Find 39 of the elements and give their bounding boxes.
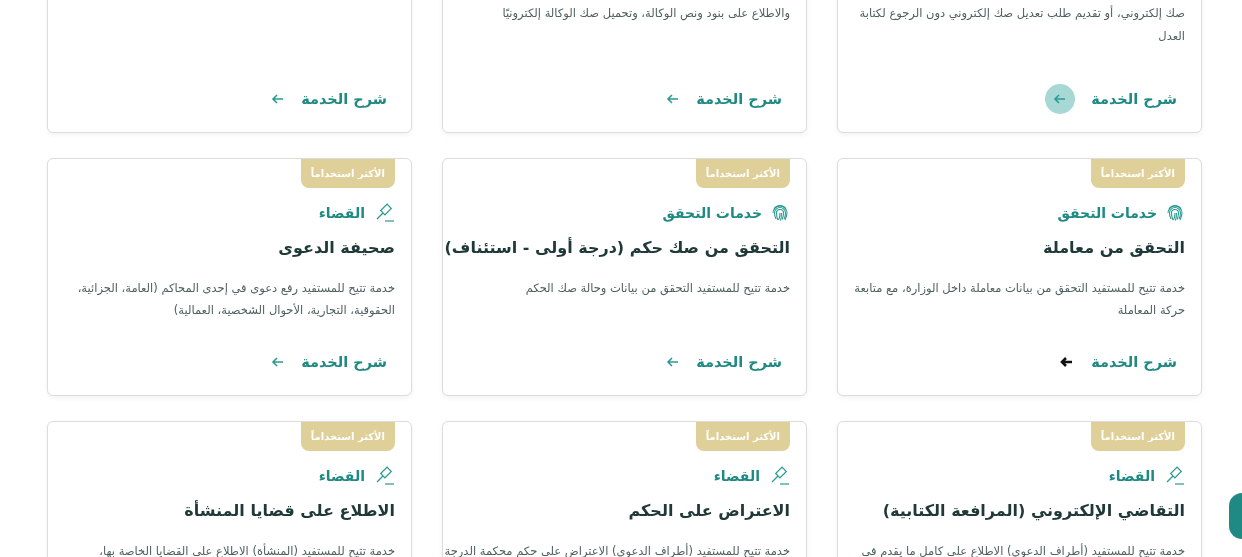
service-title: التقاضي الإلكتروني (المرافعة الكتابية): [882, 501, 1185, 521]
service-description: والاطلاع على بنود ونص الوكالة، وتحميل صك الوكالة إلكترونيًا: [502, 5, 790, 23]
service-description: صك إلكتروني، أو تقديم طلب تعديل صك إلكتروني دون الرجوع لكتابة العدل: [858, 4, 1185, 45]
category-label: القضاء: [1108, 468, 1155, 484]
chat-button[interactable]: [1229, 493, 1242, 539]
service-title: صحيفة الدعوى: [278, 238, 395, 258]
arrow-icon: [666, 92, 681, 106]
service-title: الاعتراض على الحكم: [628, 501, 790, 521]
service-title: التحقق من صك حكم (درجة أولى - استئناف): [444, 238, 790, 258]
most-used-badge: الأكثر استخداماً: [300, 422, 395, 451]
service-title: الاطلاع على قضايا المنشأة: [184, 501, 395, 521]
service-description: خدمة تتيح للمستفيد (أطراف الدعوى) الاطلاع على كامل ما يقدم في: [861, 542, 1185, 557]
category-label: القضاء: [318, 468, 365, 484]
service-info-link[interactable]: شرح الخدمة: [1059, 347, 1177, 377]
most-used-badge: الأكثر استخداماً: [1090, 159, 1185, 188]
service-description: خدمة تتيح للمستفيد (أطراف الدعوى) الاعتراض على حكم محكمة الدرجة: [444, 542, 790, 557]
category-label: القضاء: [713, 468, 760, 484]
most-used-badge: الأكثر استخداماً: [695, 159, 790, 188]
service-description: خدمة تتيح للمستفيد رفع دعوى في إحدى المحاكم (العامة، الجزائية، الحقوقية، التجارية، الأحوال الشخصية، العمالية): [76, 280, 395, 319]
category-label: خدمات التحقق: [1057, 205, 1157, 221]
fingerprint-icon: [770, 203, 790, 223]
service-info-link[interactable]: شرح الخدمة: [666, 347, 782, 377]
service-description: خدمة تتيح للمستفيد (المنشأة) الاطلاع على القضايا الخاصة بها،: [99, 542, 395, 557]
most-used-badge: الأكثر استخداماً: [1090, 422, 1185, 451]
most-used-badge: الأكثر استخداماً: [300, 159, 395, 188]
fingerprint-icon: [1165, 203, 1185, 223]
service-info-link[interactable]: شرح الخدمة: [271, 84, 387, 114]
service-info-link[interactable]: شرح الخدمة: [666, 84, 782, 114]
arrow-icon: [271, 92, 286, 106]
arrow-icon: [271, 355, 286, 369]
service-description: خدمة تتيح للمستفيد التحقق من بيانات معاملة داخل الوزارة، مع متابعة حركة المعاملة: [854, 280, 1185, 319]
category-label: خدمات التحقق: [662, 205, 762, 221]
service-title: التحقق من معاملة: [1042, 238, 1185, 258]
most-used-badge: الأكثر استخداماً: [695, 422, 790, 451]
service-info-link[interactable]: شرح الخدمة: [1045, 84, 1177, 114]
service-info-link[interactable]: شرح الخدمة: [271, 347, 387, 377]
category-label: القضاء: [318, 205, 365, 221]
arrow-icon: [666, 355, 681, 369]
service-description: خدمة تتيح للمستفيد التحقق من بيانات وحالة صك الحكم: [525, 280, 790, 298]
